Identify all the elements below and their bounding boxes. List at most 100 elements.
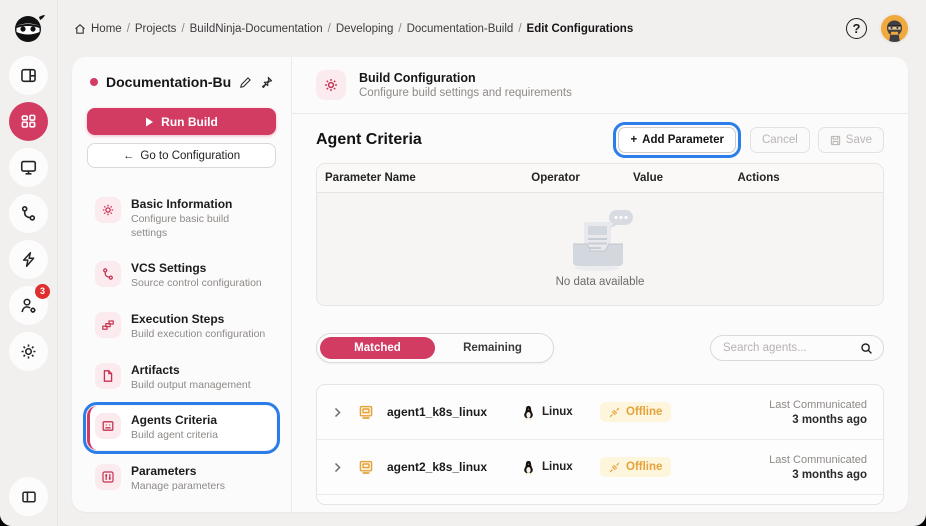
agent-machine-icon xyxy=(358,404,374,420)
nav-label: Basic Information xyxy=(131,197,233,211)
header-text: Build Configuration Configure build sett… xyxy=(359,71,572,99)
breadcrumb-separator: / xyxy=(126,22,130,35)
breadcrumb-item[interactable]: Documentation-Build xyxy=(407,23,514,35)
build-config-gear-icon xyxy=(316,70,346,100)
save-button[interactable]: Save xyxy=(817,127,884,153)
content-column: Home / Projects / BuildNinja-Documentati… xyxy=(58,0,926,526)
settings-gear-icon[interactable] xyxy=(9,332,48,371)
lightning-icon[interactable] xyxy=(9,240,48,279)
go-to-configuration-button[interactable]: ← Go to Configuration xyxy=(87,143,276,168)
add-parameter-label: Add Parameter xyxy=(642,134,724,146)
last-communicated: Last Communicated 3 months ago xyxy=(769,399,867,426)
config-sidebar: Documentation-Bu... Run Build ← Go to Co… xyxy=(72,57,292,512)
nav-label: Agents Criteria xyxy=(131,413,218,428)
user-gear-icon[interactable]: 3 xyxy=(9,284,50,325)
status-badge: Offline xyxy=(600,402,672,422)
agent-icon xyxy=(95,413,121,440)
tab-matched[interactable]: Matched xyxy=(320,337,435,359)
nav-text: Agents Criteria Build agent criteria xyxy=(131,413,218,443)
status-badge: Offline xyxy=(600,457,672,477)
sidebar-item-execution-steps[interactable]: Execution Steps Build execution configur… xyxy=(87,305,276,349)
nav-desc: Build agent criteria xyxy=(131,429,218,442)
column-parameter-name: Parameter Name xyxy=(325,172,416,184)
breadcrumb-item[interactable]: Home xyxy=(91,23,122,35)
sidebar-item-artifacts[interactable]: Artifacts Build output management xyxy=(87,356,276,400)
search-icon[interactable] xyxy=(860,342,873,355)
last-communicated-label: Last Communicated xyxy=(769,398,867,411)
git-branch-icon[interactable] xyxy=(9,194,48,233)
plus-icon: + xyxy=(630,134,638,146)
empty-state: No data available xyxy=(317,193,883,305)
page-header: Build Configuration Configure build sett… xyxy=(292,57,908,114)
page-subtitle: Configure build settings and requirement… xyxy=(359,87,572,99)
status-dot xyxy=(90,78,98,86)
panel-toggle-icon[interactable] xyxy=(9,477,48,516)
main-card: Documentation-Bu... Run Build ← Go to Co… xyxy=(72,57,908,512)
left-arrow-icon: ← xyxy=(122,149,135,162)
last-communicated-value: 3 months ago xyxy=(792,413,867,426)
breadcrumb-item[interactable]: Projects xyxy=(135,23,177,35)
chevron-right-icon[interactable] xyxy=(333,407,342,418)
nav-desc: Source control configuration xyxy=(131,277,262,290)
agent-machine-icon xyxy=(358,459,374,475)
parameter-table: Parameter Name Operator Value Actions No… xyxy=(316,163,884,306)
apps-grid-icon[interactable] xyxy=(9,102,48,141)
agent-row[interactable]: agent2_k8s_linux Linux Offline Last Comm… xyxy=(317,440,883,495)
page-title: Build Configuration xyxy=(359,71,476,85)
ninja-logo-icon xyxy=(9,8,49,48)
chevron-right-icon[interactable] xyxy=(333,462,342,473)
disconnected-icon xyxy=(609,462,620,472)
gear-icon xyxy=(95,197,121,223)
status-label: Offline xyxy=(626,461,663,473)
user-avatar[interactable] xyxy=(881,15,908,42)
breadcrumb-item[interactable]: Developing xyxy=(336,23,394,35)
breadcrumb-item[interactable]: BuildNinja-Documentation xyxy=(190,23,323,35)
nav-label: VCS Settings xyxy=(131,261,207,276)
main-body: Agent Criteria + Add Parameter Cancel Sa… xyxy=(292,114,908,512)
sidebar-item-agents-criteria[interactable]: Agents Criteria Build agent criteria xyxy=(83,402,280,454)
breadcrumb-separator: / xyxy=(181,22,185,35)
nav-desc: Configure basic build settings xyxy=(131,213,230,239)
cancel-button[interactable]: Cancel xyxy=(749,127,810,153)
nav-text: Parameters Manage parameters xyxy=(131,464,225,494)
nav-desc: Build output management xyxy=(131,378,251,391)
nav-label: Artifacts xyxy=(131,362,180,377)
monitor-icon[interactable] xyxy=(9,148,48,187)
status-label: Offline xyxy=(626,406,663,418)
agent-os: Linux xyxy=(542,461,573,473)
disconnected-icon xyxy=(609,407,620,417)
last-communicated: Last Communicated 3 months ago xyxy=(769,454,867,481)
sidebar-item-parameters[interactable]: Parameters Manage parameters xyxy=(87,457,276,501)
app-window: 3 Home / Projects / BuildNinja-Documenta… xyxy=(0,0,926,526)
add-parameter-button[interactable]: + Add Parameter xyxy=(613,122,741,158)
section-title: Agent Criteria xyxy=(316,131,422,148)
run-build-button[interactable]: Run Build xyxy=(87,108,276,135)
run-build-label: Run Build xyxy=(161,114,218,129)
configuration-title: Documentation-Bu... xyxy=(106,74,231,90)
breadcrumb: Home / Projects / BuildNinja-Documentati… xyxy=(74,23,633,35)
breadcrumb-separator: / xyxy=(398,22,402,35)
table-header: Parameter Name Operator Value Actions xyxy=(317,164,883,193)
chat-bubble-icon xyxy=(609,210,633,228)
pin-icon[interactable] xyxy=(260,76,273,89)
linux-penguin-icon xyxy=(522,405,535,420)
sidebar-item-vcs-settings[interactable]: VCS Settings Source control configuratio… xyxy=(87,254,276,298)
edit-icon[interactable] xyxy=(239,76,252,89)
sidebar-item-basic-information[interactable]: Basic Information Configure basic build … xyxy=(87,190,276,247)
topbar: Home / Projects / BuildNinja-Documentati… xyxy=(58,0,926,57)
agent-row[interactable]: agent1_k8s_linux Linux Offline Last Comm… xyxy=(317,385,883,440)
agent-tabs: Matched Remaining xyxy=(316,333,554,363)
tab-remaining[interactable]: Remaining xyxy=(435,337,550,359)
nav-label: Execution Steps xyxy=(131,311,225,326)
last-communicated-label: Last Communicated xyxy=(769,453,867,466)
agent-name: agent1_k8s_linux xyxy=(387,405,488,419)
go-to-configuration-label: Go to Configuration xyxy=(140,149,241,162)
params-icon xyxy=(95,463,121,490)
help-button[interactable]: ? xyxy=(846,18,867,39)
nav-text: Basic Information Configure basic build … xyxy=(131,197,268,240)
agent-name: agent2_k8s_linux xyxy=(387,460,488,474)
search-input[interactable] xyxy=(723,342,860,354)
notification-badge: 3 xyxy=(35,284,50,299)
agent-row-partial xyxy=(317,495,883,504)
layout-icon[interactable] xyxy=(9,56,48,95)
